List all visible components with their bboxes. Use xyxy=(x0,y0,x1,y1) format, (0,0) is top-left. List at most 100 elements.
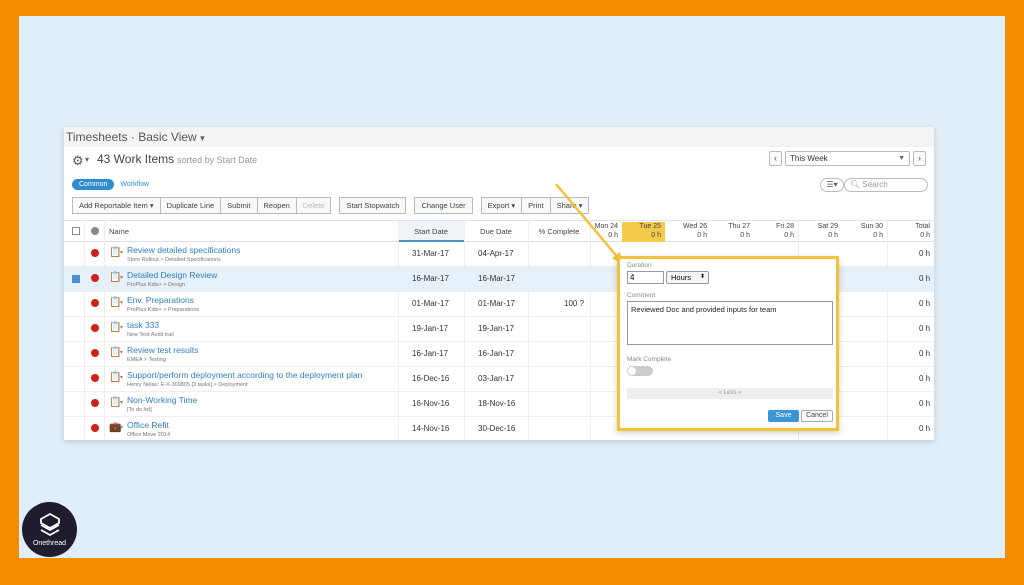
duplicate-line-button[interactable]: Duplicate Line xyxy=(160,197,222,214)
due-date: 19-Jan-17 xyxy=(478,324,515,333)
task-path: Office Move 2014 xyxy=(127,432,171,438)
search-icon: 🔍︎ xyxy=(850,180,861,189)
status-dot xyxy=(91,324,99,332)
comment-label: Comment xyxy=(627,292,656,299)
duration-field[interactable]: 4 xyxy=(627,271,664,284)
due-date: 03-Jan-17 xyxy=(478,374,515,383)
time-entry-popup: Duration 4 Hours ⬍ Comment Reviewed Doc a… xyxy=(617,256,839,431)
day-hours: 0 h xyxy=(828,232,838,239)
chevron-down-icon[interactable]: ▾ xyxy=(120,399,123,406)
pct-complete[interactable]: 100 ? xyxy=(564,299,584,308)
column-header-due-date[interactable]: Due Date xyxy=(464,221,528,242)
period-value: This Week xyxy=(790,154,828,163)
day-header-wed[interactable]: Wed 26 0 h xyxy=(665,222,711,242)
day-label: Sat 29 xyxy=(817,223,838,230)
reopen-button[interactable]: Reopen xyxy=(257,197,297,214)
chevron-down-icon[interactable]: ▾ xyxy=(120,324,123,331)
day-hours: 0 h xyxy=(697,232,707,239)
submit-button[interactable]: Submit xyxy=(221,197,258,214)
task-path: New Test Audit trail xyxy=(127,332,174,338)
task-path: Henry Nelau: E-X-309805 [3 tasks] > Depl… xyxy=(127,382,248,388)
chevron-down-icon[interactable]: ▾ xyxy=(120,374,123,381)
start-stopwatch-button[interactable]: Start Stopwatch xyxy=(339,197,407,214)
task-name-link[interactable]: Office Refit xyxy=(127,420,169,430)
day-header-total: Total 0 h xyxy=(887,222,934,242)
status-dot xyxy=(91,399,99,407)
chevron-down-icon[interactable]: ▾ xyxy=(200,133,205,143)
brand-name: Onethread xyxy=(32,540,67,547)
task-path: EMEA > Testing xyxy=(127,357,166,363)
task-name-link[interactable]: Review detailed specifications xyxy=(127,245,240,255)
task-path: ProPlus Kids+ > Design xyxy=(127,282,186,288)
change-user-button[interactable]: Change User xyxy=(414,197,473,214)
start-date: 19-Jan-17 xyxy=(412,324,449,333)
chevron-down-icon[interactable]: ▾ xyxy=(85,155,89,164)
save-button[interactable]: Save xyxy=(768,410,799,422)
duration-label: Duration xyxy=(627,262,652,269)
chevron-down-icon[interactable]: ▾ xyxy=(120,249,123,256)
task-name-link[interactable]: task 333 xyxy=(127,320,159,330)
start-date: 16-Dec-16 xyxy=(412,374,450,383)
row-total: 0 h xyxy=(919,324,931,333)
task-path: ProPlus Kids+ > Preparations xyxy=(127,307,200,313)
search-placeholder: Search xyxy=(862,180,888,189)
status-header-icon xyxy=(91,227,99,235)
task-path: Store Rollout > Detailed Specifications xyxy=(127,257,221,263)
chevron-down-icon: ▼ xyxy=(898,155,905,162)
task-name-link[interactable]: Review test results xyxy=(127,345,198,355)
tab-common[interactable]: Common xyxy=(72,179,115,190)
day-header-sun[interactable]: Sun 30 0 h xyxy=(842,222,887,242)
chevron-down-icon[interactable]: ▾ xyxy=(120,274,123,281)
next-week-button[interactable]: › xyxy=(913,151,926,166)
work-items-header: ⚙ ▾ 43 Work Items sorted by Start Date ‹ … xyxy=(64,147,934,173)
row-total: 0 h xyxy=(919,424,931,433)
comment-field[interactable]: Reviewed Doc and provided inputs for tea… xyxy=(627,301,833,345)
export-button[interactable]: Export ▾ xyxy=(480,197,523,214)
day-header-thu[interactable]: Thu 27 0 h xyxy=(711,222,754,242)
status-dot xyxy=(91,349,99,357)
search-input[interactable]: 🔍︎ Search xyxy=(844,178,928,192)
unit-select[interactable]: Hours ⬍ xyxy=(666,271,709,284)
cancel-button[interactable]: Cancel xyxy=(801,410,833,422)
prev-week-button[interactable]: ‹ xyxy=(769,151,782,166)
print-button[interactable]: Print xyxy=(522,197,551,214)
select-all-checkbox[interactable] xyxy=(72,227,80,235)
row-checkbox[interactable] xyxy=(72,275,80,283)
day-hours: 0 h xyxy=(740,232,750,239)
mark-complete-toggle[interactable] xyxy=(627,366,653,376)
day-hours: 0 h xyxy=(920,232,930,239)
task-name-link[interactable]: Support/perform deployment according to … xyxy=(127,370,362,380)
work-items-count: 43 Work Items xyxy=(97,152,175,166)
gear-icon[interactable]: ⚙ xyxy=(72,153,84,169)
day-header-fri[interactable]: Fri 28 0 h xyxy=(754,222,798,242)
column-header-name[interactable]: Name xyxy=(109,221,129,242)
chevron-down-icon[interactable]: ▾ xyxy=(120,424,123,431)
filter-icon[interactable]: ☰▾ xyxy=(820,178,844,192)
start-date: 16-Nov-16 xyxy=(412,399,450,408)
period-select[interactable]: This Week ▼ xyxy=(785,151,910,166)
column-header-start-date[interactable]: Start Date xyxy=(398,221,464,242)
add-reportable-item-button[interactable]: Add Reportable Item ▾ xyxy=(72,197,161,214)
row-total: 0 h xyxy=(919,399,931,408)
work-items-title: 43 Work Items sorted by Start Date xyxy=(97,152,257,166)
task-name-link[interactable]: Non-Working Time xyxy=(127,395,197,405)
chevron-down-icon[interactable]: ▾ xyxy=(120,299,123,306)
less-toggle[interactable]: « Less « xyxy=(627,388,833,399)
day-label: Thu 27 xyxy=(728,223,750,230)
start-date: 31-Mar-17 xyxy=(412,249,449,258)
task-name-link[interactable]: Detailed Design Review xyxy=(127,270,217,280)
view-title-bar[interactable]: Timesheets · Basic View ▾ xyxy=(64,127,934,147)
due-date: 30-Dec-16 xyxy=(478,424,516,433)
status-dot xyxy=(91,249,99,257)
task-name-link[interactable]: Env. Preparations xyxy=(127,295,194,305)
status-dot xyxy=(91,299,99,307)
delete-button[interactable]: Delete xyxy=(296,197,332,214)
day-header-sat[interactable]: Sat 29 0 h xyxy=(798,222,842,242)
view-tabs: Common Workflow xyxy=(72,179,149,190)
start-date: 01-Mar-17 xyxy=(412,299,449,308)
tab-workflow[interactable]: Workflow xyxy=(120,181,149,188)
chevron-down-icon[interactable]: ▾ xyxy=(120,349,123,356)
row-total: 0 h xyxy=(919,274,931,283)
view-title[interactable]: Timesheets · Basic View xyxy=(66,130,197,144)
day-label: Fri 28 xyxy=(776,223,794,230)
